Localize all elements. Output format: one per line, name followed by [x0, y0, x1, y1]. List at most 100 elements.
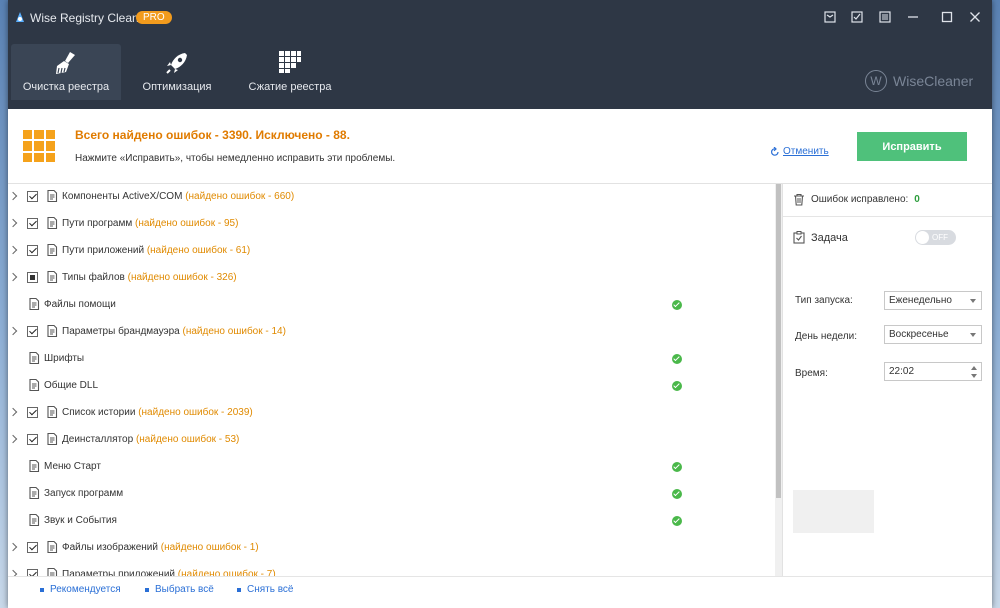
- check-circle-icon: [672, 300, 682, 310]
- item-error-count: (найдено ошибок - 660): [185, 191, 295, 202]
- chevron-right-icon[interactable]: [8, 191, 18, 201]
- recommended-link[interactable]: Рекомендуется: [40, 584, 121, 595]
- item-label: Параметры приложений (найдено ошибок - 7…: [62, 569, 276, 576]
- category-icon: [29, 459, 40, 473]
- item-checkbox[interactable]: [27, 542, 38, 553]
- feedback-button[interactable]: [819, 7, 841, 27]
- fix-button[interactable]: Исправить: [857, 132, 967, 161]
- chevron-right-icon[interactable]: [8, 218, 18, 228]
- item-checkbox[interactable]: [27, 326, 38, 337]
- menu-icon: [879, 11, 891, 23]
- chevron-right-icon[interactable]: [8, 326, 18, 336]
- item-name: Меню Старт: [44, 461, 101, 472]
- item-checkbox[interactable]: [27, 434, 38, 445]
- item-checkbox[interactable]: [27, 569, 38, 576]
- list-item[interactable]: Звук и События: [8, 508, 775, 535]
- side-panel: Ошибок исправлено: 0 Задача OFF Тип запу…: [782, 184, 992, 576]
- summary-title: Всего найдено ошибок - 3390. Исключено -…: [75, 128, 350, 142]
- run-type-dropdown[interactable]: Еженедельно: [884, 291, 982, 310]
- task-toggle[interactable]: OFF: [915, 230, 956, 245]
- item-name: Звук и События: [44, 515, 117, 526]
- item-name: Компоненты ActiveX/COM: [62, 191, 183, 202]
- minimize-button[interactable]: [902, 7, 924, 27]
- run-type-label: Тип запуска:: [795, 295, 853, 306]
- spin-up-icon[interactable]: [971, 366, 977, 370]
- footer: Рекомендуется Выбрать всё Снять всё: [8, 576, 992, 608]
- task-label: Задача: [811, 231, 848, 244]
- deselect-all-link[interactable]: Снять всё: [237, 584, 294, 595]
- list-item[interactable]: Файлы изображений (найдено ошибок - 1): [8, 535, 775, 562]
- list-item[interactable]: Запуск программ: [8, 481, 775, 508]
- tab-registry-defrag[interactable]: Сжатие реестра: [235, 44, 345, 100]
- list-item[interactable]: Шрифты: [8, 346, 775, 373]
- clipboard-check-icon: [793, 231, 805, 244]
- chevron-right-icon[interactable]: [8, 434, 18, 444]
- menu-button[interactable]: [874, 7, 896, 27]
- category-icon: [47, 540, 58, 554]
- item-checkbox[interactable]: [27, 407, 38, 418]
- run-type-value: Еженедельно: [889, 295, 952, 306]
- check-circle-icon: [672, 354, 682, 364]
- select-all-link[interactable]: Выбрать всё: [145, 584, 214, 595]
- spin-down-icon[interactable]: [971, 374, 977, 378]
- recommended-label: Рекомендуется: [50, 584, 121, 595]
- title-bar[interactable]: Wise Registry Cleaner 11 PRO: [8, 0, 992, 34]
- item-checkbox[interactable]: [27, 218, 38, 229]
- item-error-count: (найдено ошибок - 14): [182, 326, 286, 337]
- tab-label: Оптимизация: [142, 81, 212, 93]
- item-name: Типы файлов: [62, 272, 125, 283]
- item-checkbox[interactable]: [27, 245, 38, 256]
- category-icon: [47, 405, 58, 419]
- category-icon: [47, 567, 58, 576]
- list-item[interactable]: Деинсталлятор (найдено ошибок - 53): [8, 427, 775, 454]
- check-circle-icon: [672, 489, 682, 499]
- list-item[interactable]: Меню Старт: [8, 454, 775, 481]
- category-icon: [29, 297, 40, 311]
- broom-icon: [56, 52, 75, 74]
- item-name: Шрифты: [44, 353, 85, 364]
- list-item[interactable]: Параметры брандмауэра (найдено ошибок - …: [8, 319, 775, 346]
- chevron-right-icon[interactable]: [8, 542, 18, 552]
- weekday-dropdown[interactable]: Воскресенье: [884, 325, 982, 344]
- maximize-button[interactable]: [936, 7, 958, 27]
- item-name: Параметры приложений: [62, 569, 175, 576]
- category-icon: [29, 378, 40, 392]
- item-label: Пути программ (найдено ошибок - 95): [62, 218, 238, 229]
- chevron-right-icon[interactable]: [8, 407, 18, 417]
- notes-icon: [851, 11, 863, 23]
- item-name: Пути приложений: [62, 245, 145, 256]
- chevron-right-icon[interactable]: [8, 272, 18, 282]
- empty-panel: [793, 490, 874, 533]
- close-button[interactable]: [964, 7, 986, 27]
- list-item[interactable]: Общие DLL: [8, 373, 775, 400]
- item-label: Типы файлов (найдено ошибок - 326): [62, 272, 237, 283]
- item-checkbox[interactable]: [27, 272, 38, 283]
- list-item[interactable]: Пути приложений (найдено ошибок - 61): [8, 238, 775, 265]
- notes-button[interactable]: [846, 7, 868, 27]
- undo-link[interactable]: Отменить: [770, 146, 829, 157]
- item-label: Меню Старт: [44, 461, 101, 472]
- close-icon: [970, 12, 980, 22]
- item-error-count: (найдено ошибок - 7): [177, 569, 276, 576]
- list-item[interactable]: Типы файлов (найдено ошибок - 326): [8, 265, 775, 292]
- list-item[interactable]: Компоненты ActiveX/COM (найдено ошибок -…: [8, 184, 775, 211]
- item-name: Запуск программ: [44, 488, 124, 499]
- list-item[interactable]: Файлы помощи: [8, 292, 775, 319]
- item-label: Файлы изображений (найдено ошибок - 1): [62, 542, 259, 553]
- list-scrollbar[interactable]: [775, 184, 782, 576]
- chevron-right-icon[interactable]: [8, 245, 18, 255]
- time-spinner[interactable]: 22:02: [884, 362, 982, 381]
- item-checkbox[interactable]: [27, 191, 38, 202]
- tab-optimization[interactable]: Оптимизация: [122, 44, 232, 100]
- list-item[interactable]: Пути программ (найдено ошибок - 95): [8, 211, 775, 238]
- task-row: Задача: [793, 231, 848, 244]
- list-item[interactable]: Список истории (найдено ошибок - 2039): [8, 400, 775, 427]
- summary-bar: Всего найдено ошибок - 3390. Исключено -…: [8, 109, 992, 184]
- tab-registry-cleaner[interactable]: Очистка реестра: [11, 44, 121, 100]
- time-value: 22:02: [889, 366, 915, 377]
- list-item[interactable]: Параметры приложений (найдено ошибок - 7…: [8, 562, 775, 576]
- deselect-all-label: Снять всё: [247, 584, 294, 595]
- scrollbar-thumb[interactable]: [776, 184, 781, 498]
- item-label: Параметры брандмауэра (найдено ошибок - …: [62, 326, 286, 337]
- summary-subtitle: Нажмите «Исправить», чтобы немедленно ис…: [75, 153, 396, 164]
